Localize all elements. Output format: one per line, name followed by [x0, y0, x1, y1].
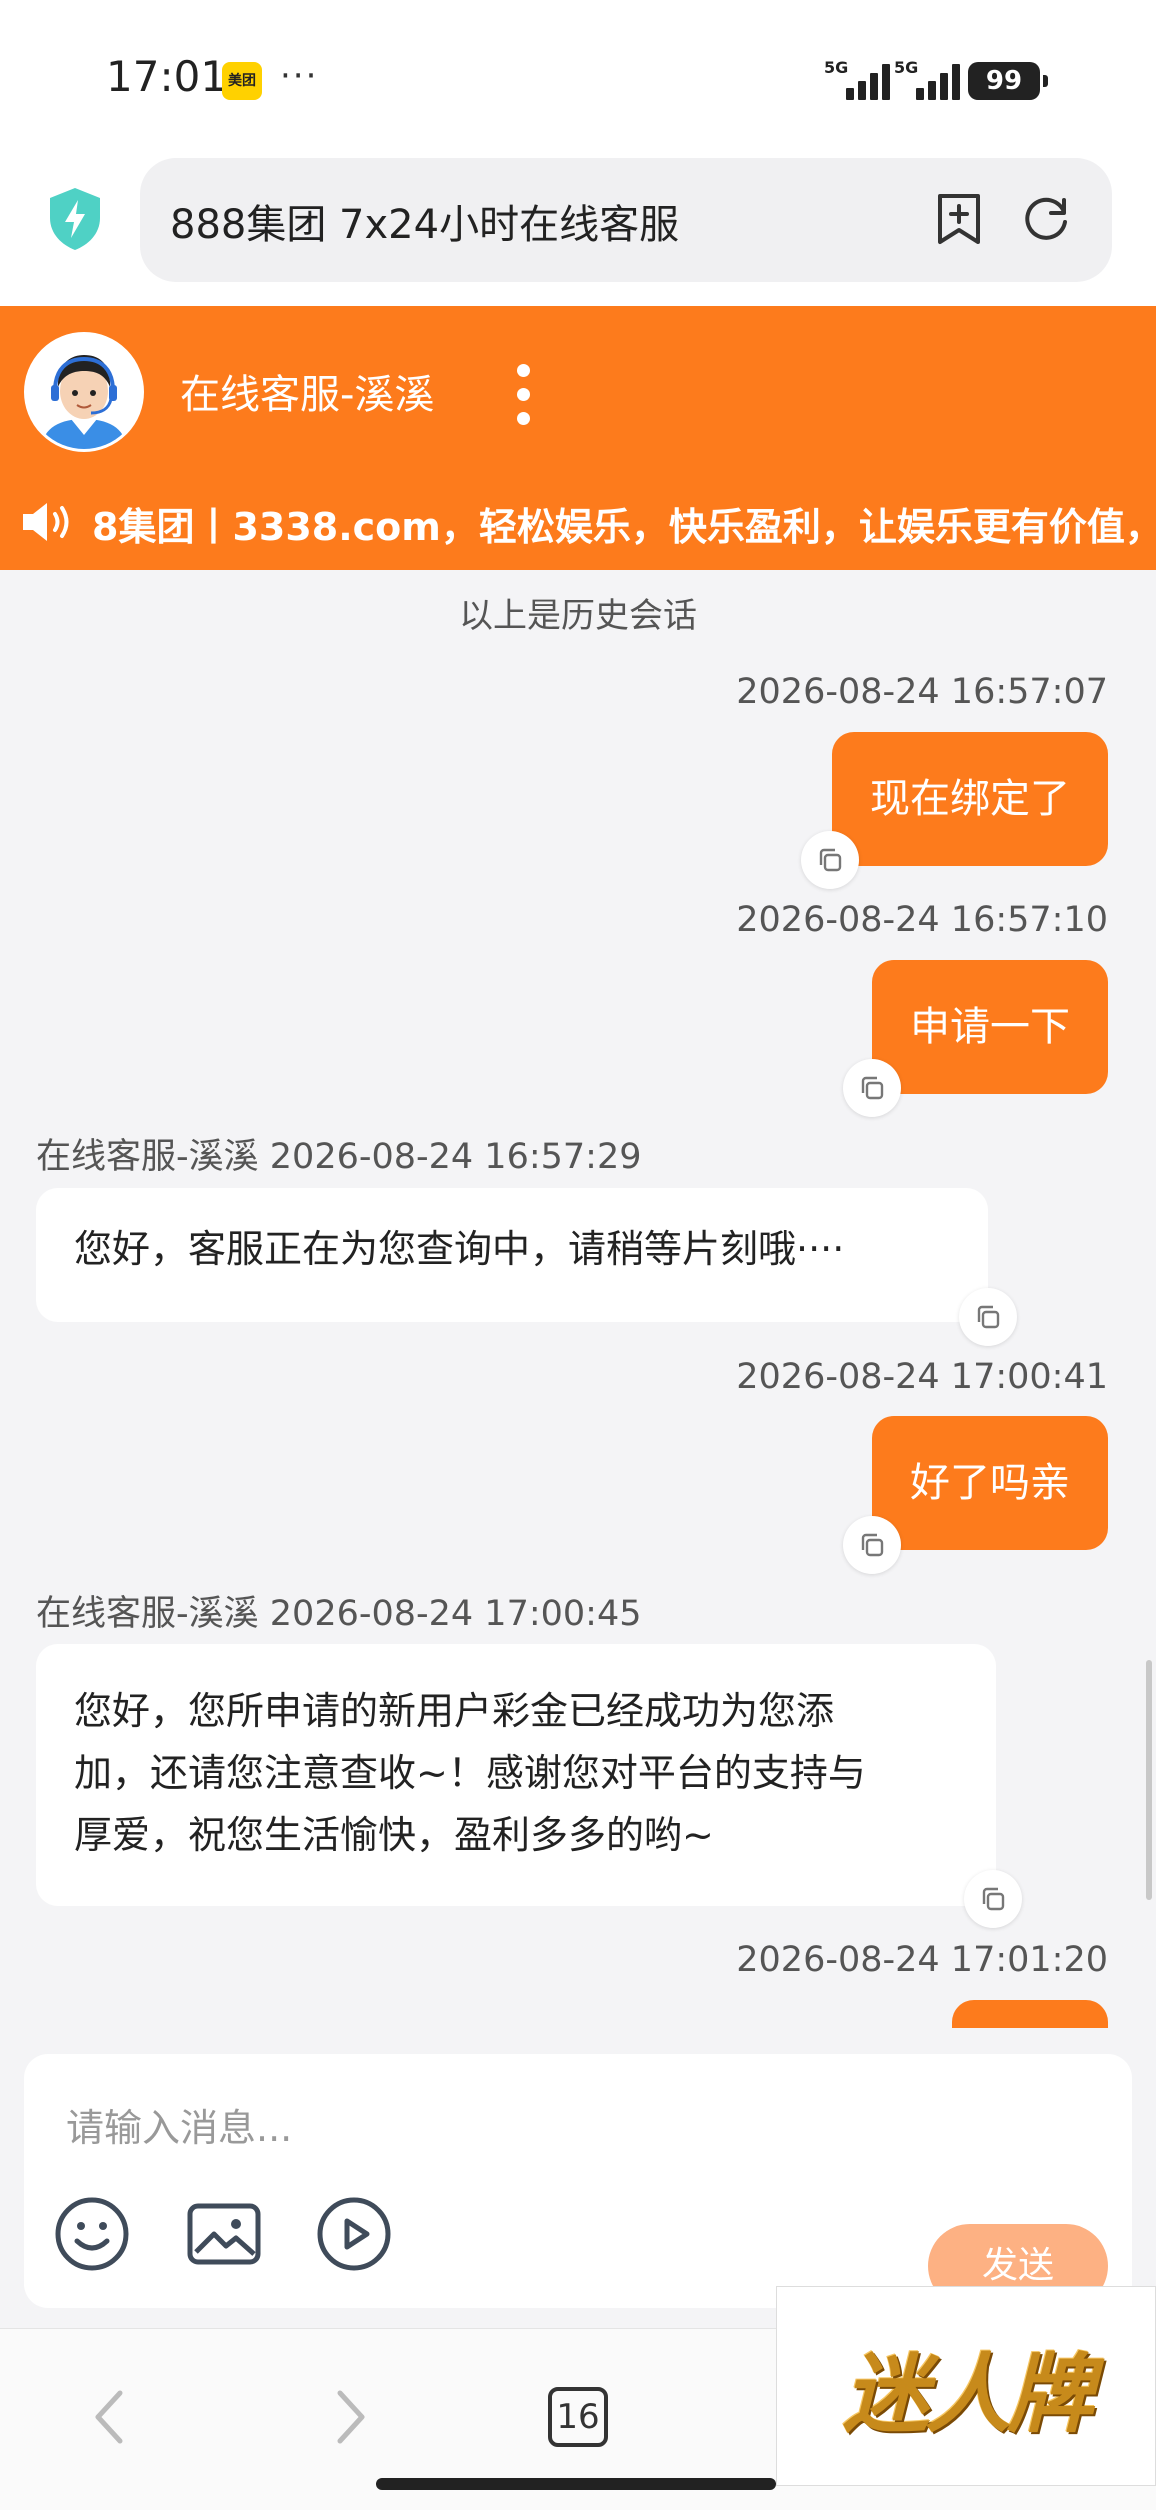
speaker-icon — [23, 503, 69, 541]
tabs-count-icon[interactable]: 16 — [548, 2387, 608, 2447]
agent-message-bubble[interactable]: 您好，您所申请的新用户彩金已经成功为您添 加，还请您注意查收~！感谢您对平台的支… — [36, 1644, 996, 1906]
agent-message-header: 在线客服-溪溪 2026-08-24 16:57:29 — [36, 1128, 642, 1179]
more-options-icon[interactable] — [508, 362, 538, 426]
copy-icon[interactable] — [801, 831, 859, 889]
message-timestamp: 2026-08-24 17:01:20 — [736, 1940, 1108, 1980]
chat-header: 在线客服-溪溪 — [0, 306, 1156, 470]
meituan-badge-icon: 美团 — [222, 62, 262, 100]
history-divider: 以上是历史会话 — [459, 596, 697, 636]
sender-name: 在线客服-溪溪 — [36, 1594, 259, 1634]
back-icon[interactable] — [90, 2387, 130, 2447]
copy-icon[interactable] — [964, 1870, 1022, 1928]
announcement-text: 8集团丨3338.com，轻松娱乐，快乐盈利，让娱乐更有价值， — [92, 505, 1156, 549]
image-icon[interactable] — [184, 2194, 264, 2274]
add-bookmark-icon[interactable] — [934, 192, 984, 246]
watermark-logo: 迷人牌 — [776, 2286, 1156, 2486]
chat-page: 17:01 美团 ··· 5G 5G 99 888集团 7x24小时在线客服 在… — [0, 0, 1156, 2510]
copy-icon[interactable] — [843, 1059, 901, 1117]
address-bar[interactable]: 888集团 7x24小时在线客服 — [140, 158, 1112, 282]
user-message-bubble[interactable]: 好了吗亲 — [872, 1416, 1108, 1550]
agent-name: 在线客服-溪溪 — [180, 372, 435, 418]
user-message-bubble[interactable]: 现在绑定了 — [832, 732, 1108, 866]
message-line: 您好，您所申请的新用户彩金已经成功为您添 — [74, 1689, 835, 1733]
copy-icon[interactable] — [959, 1288, 1017, 1346]
refresh-icon[interactable] — [1020, 192, 1072, 244]
composer: 发送 — [0, 2028, 1156, 2328]
video-play-icon[interactable] — [314, 2194, 394, 2274]
page-title: 888集团 7x24小时在线客服 — [170, 202, 680, 248]
user-message-bubble[interactable] — [952, 2000, 1108, 2030]
agent-message-bubble[interactable]: 您好，客服正在为您查询中，请稍等片刻哦···· — [36, 1188, 988, 1322]
message-line: 厚爱，祝您生活愉快，盈利多多的哟~ — [74, 1813, 714, 1857]
message-timestamp: 2026-08-24 16:57:29 — [269, 1137, 642, 1177]
battery-icon: 99 — [968, 62, 1048, 100]
message-timestamp: 2026-08-24 16:57:10 — [736, 900, 1108, 940]
forward-icon[interactable] — [330, 2387, 370, 2447]
announcement-marquee: 8集团丨3338.com，轻松娱乐，快乐盈利，让娱乐更有价值， — [0, 470, 1156, 570]
composer-box: 发送 — [24, 2054, 1132, 2308]
scrollbar[interactable] — [1146, 1660, 1152, 1900]
message-timestamp: 2026-08-24 17:00:45 — [269, 1594, 642, 1634]
signal-icon-2: 5G — [894, 58, 966, 102]
more-notifications-icon: ··· — [280, 56, 319, 96]
security-shield-icon[interactable] — [46, 186, 104, 252]
emoji-icon[interactable] — [52, 2194, 132, 2274]
signal-icon: 5G — [824, 58, 896, 102]
agent-message-header: 在线客服-溪溪 2026-08-24 17:00:45 — [36, 1585, 642, 1636]
sender-name: 在线客服-溪溪 — [36, 1137, 259, 1177]
browser-address-row: 888集团 7x24小时在线客服 — [0, 150, 1156, 306]
status-time: 17:01 — [106, 52, 228, 101]
home-indicator[interactable] — [376, 2478, 776, 2490]
copy-icon[interactable] — [843, 1516, 901, 1574]
message-input[interactable] — [66, 2098, 966, 2158]
message-timestamp: 2026-08-24 16:57:07 — [736, 672, 1108, 712]
user-message-bubble[interactable]: 申请一下 — [872, 960, 1108, 1094]
message-timestamp: 2026-08-24 17:00:41 — [736, 1357, 1108, 1397]
agent-avatar — [24, 332, 144, 452]
message-line: 加，还请您注意查收~！感谢您对平台的支持与 — [74, 1751, 866, 1795]
status-bar: 17:01 美团 ··· 5G 5G 99 — [0, 0, 1156, 150]
